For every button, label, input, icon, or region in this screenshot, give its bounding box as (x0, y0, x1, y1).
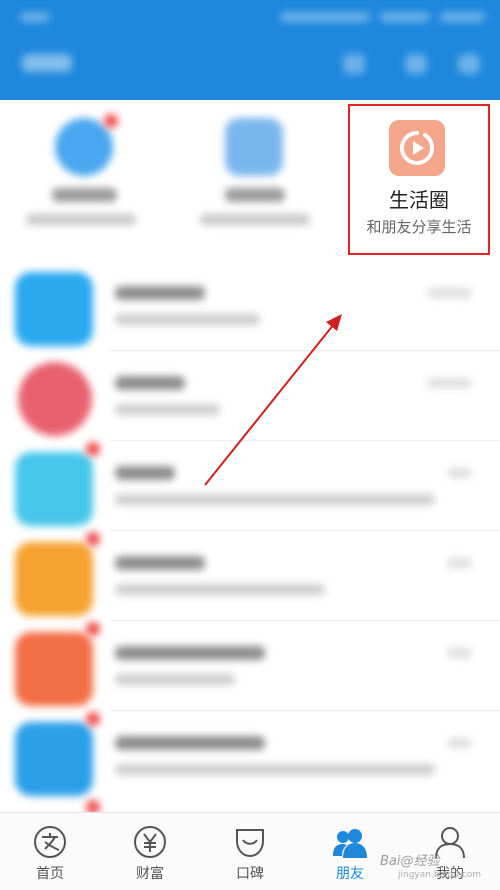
tab-wealth-label: 财富 (136, 866, 164, 882)
tab-koubei-label: 口碑 (236, 866, 264, 882)
tab-home[interactable]: 首页 (0, 813, 100, 890)
annotation-arrow (204, 314, 342, 486)
tab-home-label: 首页 (36, 866, 64, 882)
tab-wealth[interactable]: 财富 (100, 813, 200, 890)
watermark: Bai@经验 (380, 854, 440, 869)
watermark-url: jingyan.baidu.com (398, 870, 482, 880)
tab-koubei[interactable]: 口碑 (200, 813, 300, 890)
yen-coin-icon (134, 826, 166, 858)
alipay-home-icon (34, 826, 66, 858)
friends-icon (333, 829, 367, 858)
koubei-icon (236, 829, 264, 858)
